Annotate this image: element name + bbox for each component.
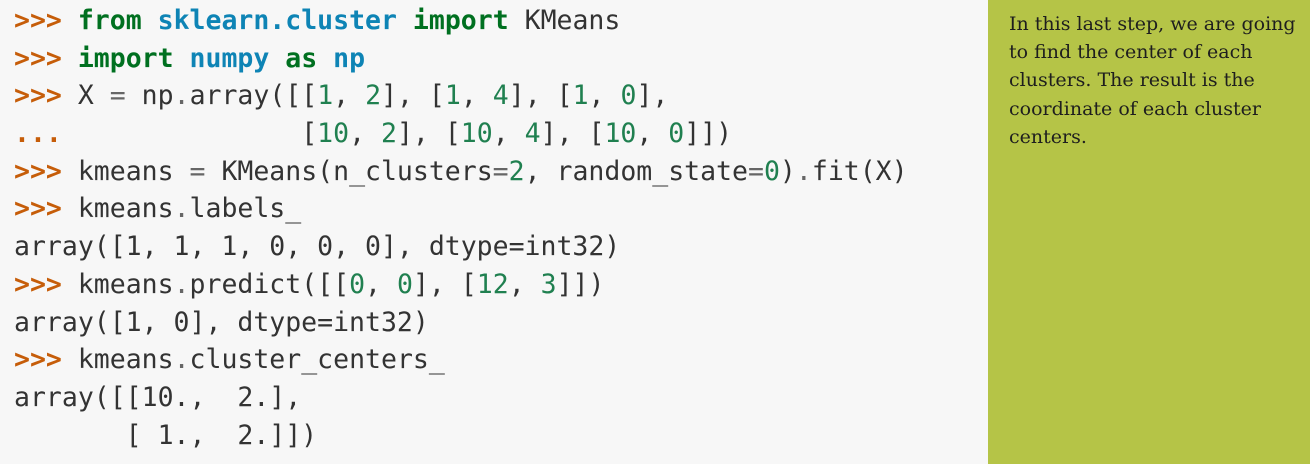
- code-token: ): [779, 155, 796, 187]
- code-line: >>> import numpy as np: [14, 40, 988, 78]
- prompt-token: >>>: [14, 42, 78, 74]
- prompt-token: >>>: [14, 155, 78, 187]
- operator-token: =: [109, 80, 126, 112]
- code-token: [: [77, 118, 318, 150]
- code-token: ], [: [412, 268, 477, 300]
- code-token: ,: [636, 118, 669, 150]
- code-line: >>> kmeans = KMeans(n_clusters=2, random…: [14, 153, 988, 191]
- code-token: kmeans: [77, 155, 190, 187]
- code-line: >>> from sklearn.cluster import KMeans: [14, 2, 988, 40]
- explanation-note: In this last step, we are going to find …: [988, 0, 1310, 464]
- code-token: ], [: [540, 118, 605, 150]
- operator-token: =: [189, 155, 206, 187]
- number-token: 12: [476, 268, 509, 300]
- code-token: ,: [492, 118, 525, 150]
- keyword-token: import: [77, 42, 174, 74]
- number-token: 0: [620, 80, 637, 112]
- code-token: fit(X): [811, 155, 908, 187]
- number-token: 0: [349, 268, 366, 300]
- code-line: array([[10., 2.],: [14, 379, 988, 417]
- prompt-token: >>>: [14, 344, 78, 376]
- code-token: ,: [365, 268, 397, 300]
- operator-token: .: [173, 193, 190, 225]
- prompt-token: >>>: [14, 268, 78, 300]
- operator-token: =: [747, 155, 764, 187]
- code-token: array([1, 0], dtype=int32): [14, 306, 429, 338]
- code-block: >>> from sklearn.cluster import KMeans >>…: [0, 0, 988, 464]
- number-token: 0: [396, 268, 413, 300]
- code-token: KMeans: [508, 5, 621, 36]
- code-token: array([1, 1, 1, 0, 0, 0], dtype=int32): [14, 231, 621, 263]
- number-token: 4: [524, 118, 541, 150]
- number-token: 10: [317, 118, 350, 150]
- code-line: >>> X = np.array([[1, 2], [1, 4], [1, 0]…: [14, 77, 988, 115]
- code-token: ], [: [396, 118, 461, 150]
- prompt-token: >>>: [14, 80, 78, 112]
- operator-token: .: [173, 80, 190, 112]
- code-token: ,: [349, 118, 381, 150]
- code-token: [ 1., 2.]]): [14, 419, 318, 451]
- number-token: 4: [492, 80, 509, 112]
- number-token: 10: [604, 118, 637, 150]
- module-name-token: sklearn.cluster: [157, 5, 397, 36]
- code-token: X: [77, 80, 110, 112]
- code-token: kmeans: [77, 344, 174, 376]
- number-token: 3: [540, 268, 557, 300]
- code-token: array([[10., 2.],: [14, 381, 302, 413]
- code-token: ]]): [556, 268, 605, 300]
- operator-token: =: [492, 155, 509, 187]
- code-token: ],: [636, 80, 669, 112]
- code-token: KMeans(n_clusters: [205, 155, 493, 187]
- code-token: array([[: [189, 80, 318, 112]
- operator-token: .: [795, 155, 812, 187]
- keyword-token: import: [412, 5, 509, 36]
- code-token: ,: [460, 80, 493, 112]
- module-name-token: numpy: [189, 42, 270, 74]
- prompt-token: >>>: [14, 5, 78, 36]
- number-token: 0: [763, 155, 780, 187]
- code-token: cluster_centers_: [189, 344, 445, 376]
- code-token: kmeans: [77, 268, 174, 300]
- number-token: 1: [572, 80, 589, 112]
- code-line: >>> kmeans.labels_: [14, 190, 988, 228]
- number-token: 1: [444, 80, 461, 112]
- number-token: 2: [508, 155, 525, 187]
- keyword-token: as: [285, 42, 318, 74]
- code-line: array([1, 0], dtype=int32): [14, 304, 988, 342]
- code-token: kmeans: [77, 193, 174, 225]
- number-token: 2: [381, 118, 397, 150]
- number-token: 2: [365, 80, 382, 112]
- code-token: ,: [333, 80, 366, 112]
- code-token: labels_: [189, 193, 302, 225]
- code-line: >>> kmeans.predict([[0, 0], [12, 3]]): [14, 266, 988, 304]
- code-token: ]]): [684, 118, 733, 150]
- operator-token: .: [173, 344, 190, 376]
- code-token: ,: [588, 80, 621, 112]
- code-token: , random_state: [524, 155, 748, 187]
- code-token: ], [: [381, 80, 445, 112]
- operator-token: .: [173, 268, 190, 300]
- code-line: >>> kmeans.cluster_centers_: [14, 341, 988, 379]
- code-line: array([1, 1, 1, 0, 0, 0], dtype=int32): [14, 228, 988, 266]
- code-token: ], [: [508, 80, 573, 112]
- keyword-token: from: [77, 5, 142, 36]
- number-token: 1: [317, 80, 334, 112]
- explanation-text: In this last step, we are going to find …: [1009, 13, 1296, 148]
- module-name-token: np: [333, 42, 366, 74]
- prompt-token: >>>: [14, 193, 78, 225]
- code-token: ,: [508, 268, 541, 300]
- code-line: [ 1., 2.]]): [14, 417, 988, 455]
- code-token: np: [125, 80, 174, 112]
- code-token: predict([[: [189, 268, 350, 300]
- number-token: 0: [668, 118, 685, 150]
- code-line: ... [10, 2], [10, 4], [10, 0]]): [14, 115, 988, 153]
- prompt-token: ...: [14, 118, 78, 150]
- number-token: 10: [460, 118, 493, 150]
